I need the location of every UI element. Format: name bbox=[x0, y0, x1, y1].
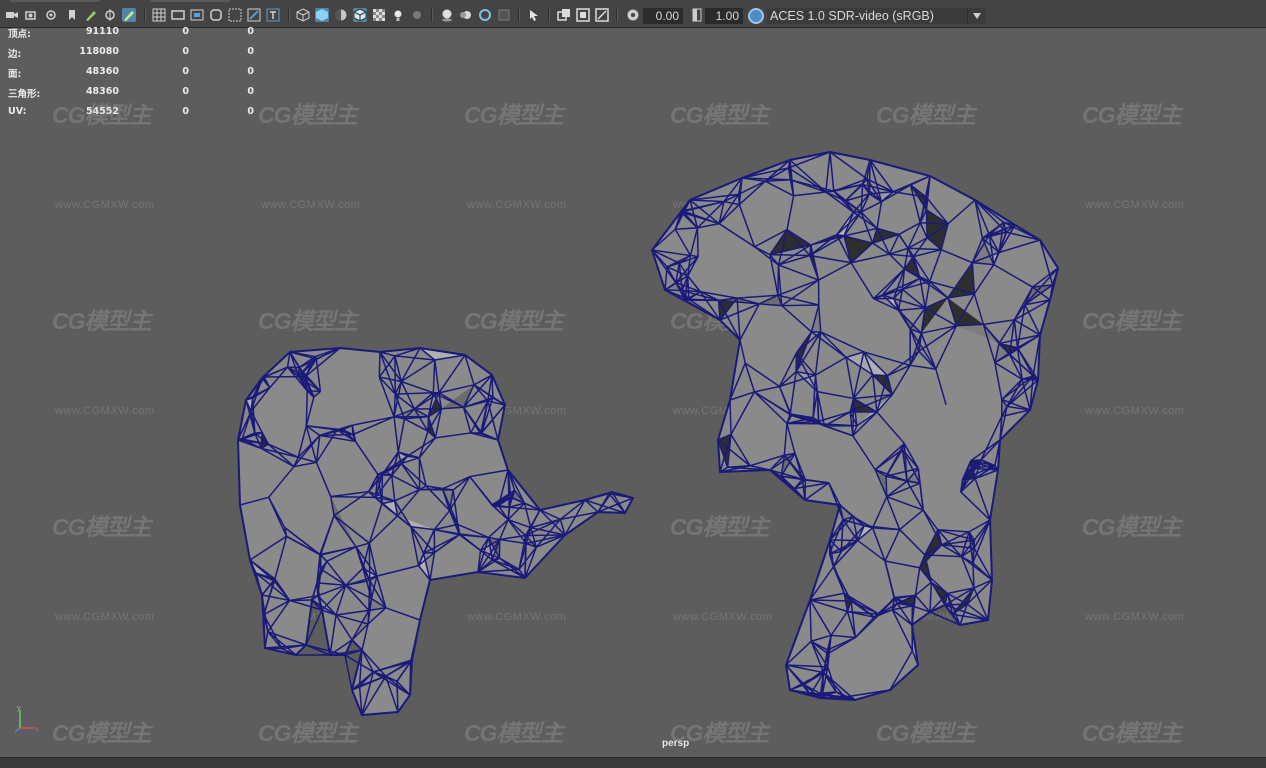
mesh-edge bbox=[696, 227, 699, 257]
viewport-panel[interactable]: 0.00 1.00 ACES 1.0 SDR-video (sRGB) 顶点: … bbox=[0, 0, 1266, 768]
mesh-edge bbox=[925, 209, 928, 238]
mesh-edge bbox=[737, 194, 741, 205]
mesh-edge bbox=[809, 244, 812, 256]
mesh-edge bbox=[885, 476, 888, 497]
mesh-edge bbox=[944, 603, 968, 606]
mesh-edge bbox=[378, 351, 381, 378]
mesh-edge bbox=[868, 159, 871, 194]
view-axis-gizmo: y x bbox=[14, 705, 39, 733]
elephant-large-mesh[interactable] bbox=[650, 150, 1060, 702]
mesh-edge bbox=[852, 398, 855, 436]
mesh-edge bbox=[769, 253, 810, 257]
mesh-edge bbox=[330, 495, 376, 499]
mesh-edge bbox=[377, 473, 392, 477]
mesh-edge bbox=[260, 432, 263, 449]
mesh-edge bbox=[729, 399, 732, 435]
mesh-edge bbox=[872, 374, 888, 377]
svg-text:y: y bbox=[17, 705, 21, 712]
mesh-edge bbox=[319, 433, 353, 437]
svg-text:x: x bbox=[35, 726, 39, 733]
mesh-edge bbox=[305, 390, 308, 426]
viewport-bottom-border bbox=[0, 757, 1266, 768]
mesh-edge bbox=[344, 654, 353, 691]
camera-name-label: persp bbox=[662, 738, 690, 749]
mesh-edge bbox=[920, 222, 949, 225]
mesh-edge bbox=[254, 431, 263, 434]
mesh-edge bbox=[368, 580, 371, 611]
elephant-model-small[interactable] bbox=[0, 0, 1266, 768]
elephant-small-mesh[interactable] bbox=[236, 346, 635, 717]
mesh-edge bbox=[781, 304, 819, 307]
